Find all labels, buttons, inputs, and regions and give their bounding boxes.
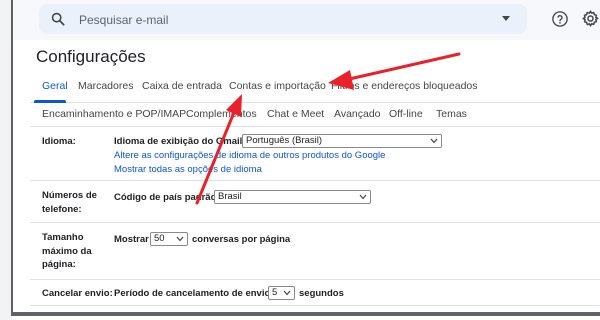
tab-geral[interactable]: Geral — [42, 80, 68, 92]
page-size-section-label: Tamanho máximo da página: — [42, 231, 92, 272]
tab-complementos[interactable]: Complementos — [186, 108, 257, 120]
settings-tabs-primary: Geral Marcadores Caixa de entrada Contas… — [30, 70, 600, 103]
country-code-value: Brasil — [218, 191, 242, 202]
phone-section-label: Números de telefone: — [42, 189, 97, 216]
language-section-label: Idioma: — [42, 136, 76, 147]
other-products-language-link[interactable]: Altere as configurações de idioma de out… — [114, 150, 385, 161]
top-bar — [13, 0, 600, 40]
divider — [30, 180, 600, 181]
undo-send-period-label: Período de cancelamento de envio: — [114, 288, 274, 299]
chevron-down-icon — [176, 236, 184, 242]
phone-section-label-line2: telefone: — [42, 203, 82, 215]
undo-send-select[interactable]: 5 — [268, 286, 295, 300]
display-language-label: Idioma de exibição do Gmail: — [114, 136, 246, 147]
all-language-options-link[interactable]: Mostrar todas as opções de idioma — [114, 164, 262, 175]
divider — [30, 279, 600, 280]
tab-avancado[interactable]: Avançado — [334, 108, 381, 120]
divider — [30, 222, 600, 223]
search-options-icon[interactable] — [501, 15, 511, 23]
tab-encaminhamento-pop-imap[interactable]: Encaminhamento e POP/IMAP — [42, 108, 186, 120]
settings-tabs-secondary: Encaminhamento e POP/IMAP Complementos C… — [30, 102, 600, 127]
display-language-select[interactable]: Português (Brasil) — [242, 134, 442, 148]
tab-caixa-de-entrada[interactable]: Caixa de entrada — [142, 80, 222, 92]
divider — [30, 305, 600, 306]
page-size-select[interactable]: 50 — [150, 232, 188, 246]
tab-filtros-e-enderecos-bloqueados[interactable]: Filtros e endereços bloqueados — [331, 80, 478, 92]
help-icon[interactable] — [551, 10, 569, 28]
country-code-select[interactable]: Brasil — [214, 190, 371, 204]
page-title: Configurações — [36, 47, 146, 66]
gmail-settings-screen: Configurações Geral Marcadores Caixa de … — [0, 0, 600, 320]
display-language-value: Português (Brasil) — [246, 135, 323, 146]
undo-send-section-label: Cancelar envio: — [42, 288, 113, 299]
page-size-value: 50 — [154, 233, 165, 244]
page-size-suffix: conversas por página — [192, 234, 291, 245]
page-size-section-label-line3: página: — [42, 259, 76, 270]
gear-icon[interactable] — [581, 9, 600, 28]
undo-send-value: 5 — [272, 287, 278, 298]
chevron-down-icon — [283, 290, 291, 296]
undo-send-suffix: segundos — [299, 288, 344, 299]
tab-chat-e-meet[interactable]: Chat e Meet — [267, 108, 324, 120]
search-input[interactable] — [77, 8, 481, 32]
page-size-section-label-line2: máximo da — [42, 245, 92, 257]
default-country-code-label: Código de país padrão: — [114, 192, 220, 203]
page-size-prefix: Mostrar — [114, 234, 149, 245]
tab-marcadores[interactable]: Marcadores — [78, 80, 133, 92]
chevron-down-icon — [359, 194, 367, 200]
search-icon[interactable] — [50, 11, 66, 27]
search-box[interactable] — [39, 4, 527, 34]
bottom-border — [11, 312, 600, 316]
tab-contas-e-importacao[interactable]: Contas e importação — [229, 80, 326, 92]
phone-section-label-line1: Números de — [42, 190, 97, 201]
tab-off-line[interactable]: Off-line — [389, 108, 423, 120]
left-border — [11, 0, 13, 314]
chevron-down-icon — [430, 138, 438, 144]
page-size-section-label-line1: Tamanho — [42, 232, 84, 243]
tab-temas[interactable]: Temas — [436, 108, 467, 120]
